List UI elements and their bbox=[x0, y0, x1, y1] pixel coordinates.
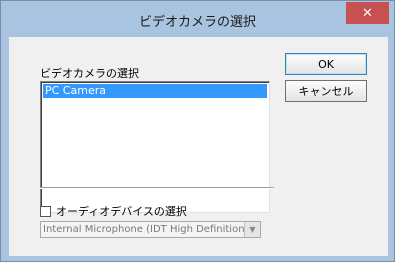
audio-device-checkbox[interactable] bbox=[40, 205, 51, 217]
window-title: ビデオカメラの選択 bbox=[138, 15, 256, 30]
camera-select-label: ビデオカメラの選択 bbox=[40, 67, 139, 80]
camera-list-item-pc-camera[interactable]: PC Camera bbox=[43, 84, 267, 98]
audio-device-checkbox-label[interactable]: オーディオデバイスの選択 bbox=[56, 203, 187, 219]
audio-device-dropdown: Internal Microphone (IDT High Definition… bbox=[40, 221, 261, 238]
audio-device-checkbox-row[interactable]: オーディオデバイスの選択 bbox=[40, 203, 187, 219]
cancel-button[interactable]: キャンセル bbox=[285, 80, 367, 102]
ok-button[interactable]: OK bbox=[285, 53, 367, 75]
chevron-down-icon: ▼ bbox=[249, 225, 256, 234]
dropdown-arrow-button: ▼ bbox=[244, 222, 260, 237]
title-bar[interactable]: ビデオカメラの選択 ✕ bbox=[1, 1, 394, 37]
dialog-window: ビデオカメラの選択 ✕ ビデオカメラの選択 PC Camera OK キャンセル… bbox=[0, 0, 395, 262]
close-icon: ✕ bbox=[362, 5, 373, 21]
audio-device-value: Internal Microphone (IDT High Definition bbox=[43, 224, 245, 235]
close-button[interactable]: ✕ bbox=[346, 2, 389, 24]
camera-listbox[interactable]: PC Camera bbox=[40, 81, 270, 213]
separator-line bbox=[40, 187, 274, 189]
dialog-content: ビデオカメラの選択 PC Camera OK キャンセル オーディオデバイスの選… bbox=[9, 37, 388, 256]
